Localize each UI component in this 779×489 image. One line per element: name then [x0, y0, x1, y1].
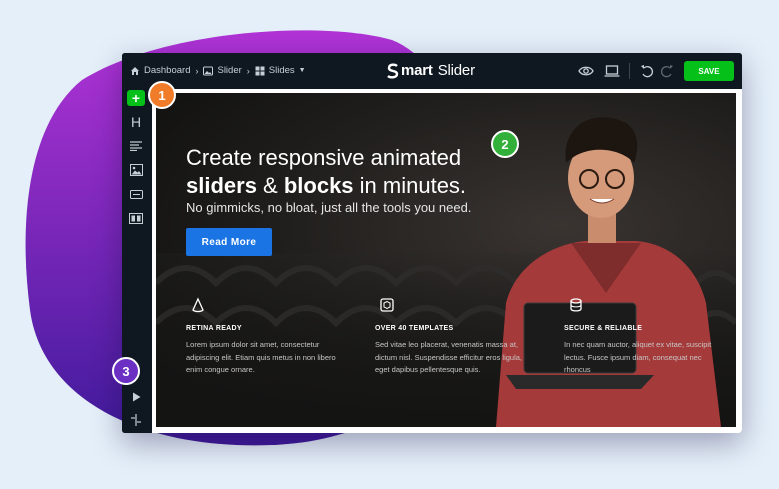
feature-retina: RETINA READY Lorem ipsum dolor sit amet,…	[186, 297, 346, 377]
breadcrumb-label: Dashboard	[144, 65, 191, 76]
database-icon	[570, 298, 582, 312]
breadcrumb-label: Slider	[217, 65, 242, 76]
layout-icon	[131, 414, 141, 426]
slide-headline: Create responsive animated sliders & blo…	[186, 144, 466, 200]
breadcrumb-dashboard[interactable]: Dashboard	[130, 65, 190, 76]
callout-badge-2: 2	[491, 130, 519, 158]
breadcrumb-slides[interactable]: Slides ▼	[255, 65, 306, 76]
editor-window: Dashboard › Slider › Slides ▼ mart Slider	[122, 53, 742, 433]
text-layer-button[interactable]	[127, 138, 145, 154]
headline-bold-2: blocks	[283, 173, 354, 198]
add-icon: +	[131, 90, 141, 106]
brand-logo: mart Slider	[387, 62, 475, 79]
play-icon	[132, 392, 140, 402]
breadcrumb-slider[interactable]: Slider	[203, 65, 242, 76]
callout-badge-3: 3	[112, 357, 140, 385]
text-icon	[130, 141, 142, 151]
undo-icon	[641, 65, 653, 78]
breadcrumb: Dashboard › Slider › Slides ▼	[130, 65, 306, 76]
toolbar: SAVE	[577, 61, 734, 81]
headline-line-1: Create responsive animated	[186, 145, 462, 170]
feature-text: Sed vitae leo placerat, venenatis massa …	[375, 340, 523, 374]
slide[interactable]: Create responsive animated sliders & blo…	[156, 93, 736, 427]
cube-icon	[380, 298, 394, 312]
brand-name-light: Slider	[437, 62, 475, 79]
image-icon	[129, 164, 143, 176]
preview-button[interactable]	[577, 62, 595, 80]
layout-button[interactable]	[127, 412, 145, 428]
callout-badge-1: 1	[148, 81, 176, 109]
redo-icon	[661, 65, 673, 78]
breadcrumb-label: Slides	[268, 65, 295, 76]
chevron-down-icon: ▼	[298, 67, 306, 74]
home-icon	[131, 66, 139, 75]
heading-layer-button[interactable]: H	[127, 114, 145, 130]
feature-secure: SECURE & RELIABLE In nec quam auctor, al…	[564, 297, 724, 377]
chevron-right-icon: ›	[246, 65, 250, 76]
brand-name-bold: mart	[401, 62, 433, 79]
eye-icon	[578, 66, 594, 76]
top-bar: Dashboard › Slider › Slides ▼ mart Slider	[122, 53, 742, 89]
image-icon	[203, 66, 214, 75]
headline-end: in minutes.	[353, 173, 467, 198]
feature-title: RETINA READY	[186, 325, 242, 332]
feature-text: Lorem ipsum dolor sit amet, consectetur …	[186, 340, 336, 374]
redo-button[interactable]	[658, 62, 676, 80]
headline-mid: &	[256, 173, 284, 198]
feature-text: In nec quam auctor, aliquet ex vitae, su…	[564, 340, 712, 374]
heading-icon: H	[130, 114, 142, 130]
headline-bold-1: sliders	[186, 173, 257, 198]
add-layer-button[interactable]: +	[127, 90, 145, 106]
slide-canvas: Create responsive animated sliders & blo…	[152, 89, 742, 433]
cone-icon	[192, 297, 204, 313]
chevron-right-icon: ›	[195, 65, 199, 76]
columns-layer-button[interactable]	[127, 210, 145, 226]
toolbar-divider	[629, 63, 630, 79]
feature-title: SECURE & RELIABLE	[564, 325, 643, 332]
play-button[interactable]	[127, 389, 145, 405]
save-button[interactable]: SAVE	[684, 61, 734, 81]
image-layer-button[interactable]	[127, 162, 145, 178]
laptop-icon	[604, 65, 620, 77]
button-icon	[129, 189, 143, 199]
grid-icon	[255, 66, 265, 75]
button-layer-button[interactable]	[127, 186, 145, 202]
columns-icon	[129, 212, 143, 224]
smart-slider-logo-icon	[387, 63, 399, 79]
feature-templates: OVER 40 TEMPLATES Sed vitae leo placerat…	[375, 297, 535, 377]
undo-button[interactable]	[638, 62, 656, 80]
slide-subheadline: No gimmicks, no bloat, just all the tool…	[186, 200, 472, 215]
device-button[interactable]	[603, 62, 621, 80]
read-more-button[interactable]: Read More	[186, 228, 272, 256]
feature-title: OVER 40 TEMPLATES	[375, 325, 454, 332]
headline-line-2: sliders & blocks in minutes.	[186, 172, 466, 200]
